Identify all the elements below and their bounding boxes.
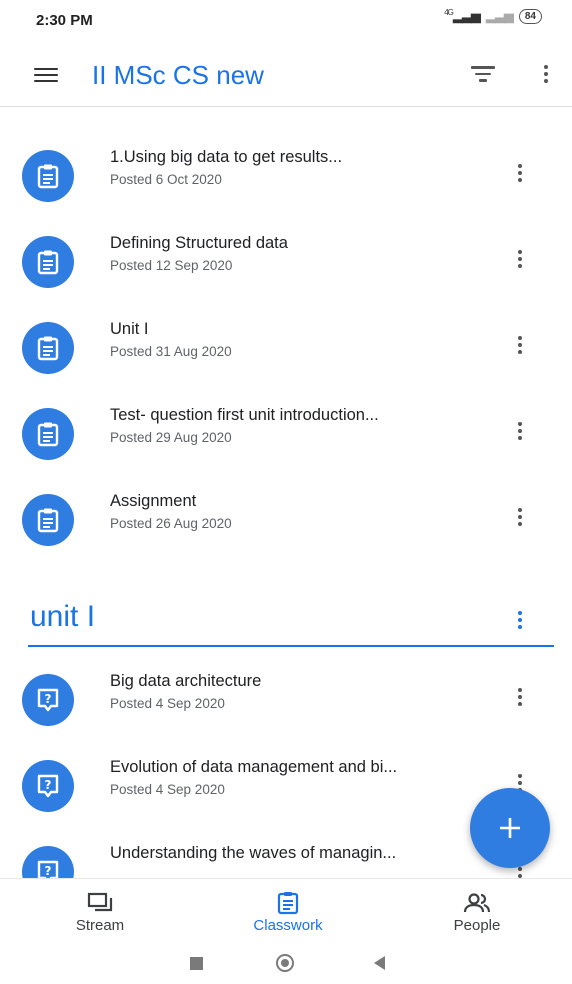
overflow-menu-icon[interactable] [536,65,556,83]
tab-stream[interactable]: Stream [5,879,195,945]
svg-text:?: ? [45,864,52,878]
item-posted-date: Posted 26 Aug 2020 [110,516,232,531]
status-icons: 4G▂▃▅ ▂▃▅ 84 [444,8,542,24]
topic-title: unit I [30,600,96,633]
tab-classwork[interactable]: Classwork [193,879,383,945]
plus-icon [500,818,520,838]
question-icon: ? [22,674,74,726]
item-posted-date: Posted 29 Aug 2020 [110,430,232,445]
assignment-icon [22,322,74,374]
filter-icon[interactable] [470,66,496,86]
item-title: Assignment [110,492,197,510]
topic-divider [28,645,554,647]
tab-people[interactable]: People [382,879,572,945]
wifi-signal-icon: ▂▃▅ [485,8,514,23]
item-more-icon[interactable] [510,688,530,706]
assignment-icon [22,494,74,546]
add-button[interactable] [470,788,550,868]
question-icon: ? [22,760,74,812]
item-more-icon[interactable] [510,508,530,526]
tab-label: People [453,917,501,934]
item-more-icon[interactable] [510,164,530,182]
home-icon[interactable] [276,954,294,972]
item-more-icon[interactable] [510,422,530,440]
svg-text:?: ? [45,778,52,792]
people-icon [463,893,491,913]
topic-header: unit I [0,588,572,658]
item-title: Unit I [110,320,149,338]
signal-icon: 4G▂▃▅ [444,8,481,23]
status-bar: 2:30 PM 4G▂▃▅ ▂▃▅ 84 [0,0,572,40]
list-item[interactable]: 1.Using big data to get results... Poste… [0,136,572,216]
item-more-icon[interactable] [510,250,530,268]
assignment-icon [22,150,74,202]
recents-icon[interactable] [190,957,203,970]
assignment-icon [22,408,74,460]
item-title: Defining Structured data [110,234,288,252]
tab-label: Classwork [253,917,323,934]
item-posted-date: Posted 12 Sep 2020 [110,258,233,273]
back-icon[interactable] [374,956,385,970]
list-item[interactable]: Unit I Posted 31 Aug 2020 [0,308,572,388]
status-time: 2:30 PM [36,12,93,29]
app-bar: II MSc CS new [0,46,572,107]
list-item[interactable]: ? Big data architecture Posted 4 Sep 202… [0,660,572,740]
class-title: II MSc CS new [92,60,264,90]
item-more-icon[interactable] [510,336,530,354]
item-posted-date: Posted 31 Aug 2020 [110,344,232,359]
system-nav-bar [0,944,572,984]
stream-icon [87,892,113,912]
assignment-icon [22,236,74,288]
list-item[interactable]: Assignment Posted 26 Aug 2020 [0,480,572,560]
bottom-nav: Stream Classwork People [0,878,572,945]
classwork-icon [277,892,299,915]
topic-more-icon[interactable] [510,611,530,629]
item-title: Evolution of data management and bi... [110,758,398,776]
item-title: Test- question first unit introduction..… [110,406,379,424]
item-title: Big data architecture [110,672,262,690]
tab-label: Stream [75,917,125,934]
list-item[interactable]: Test- question first unit introduction..… [0,394,572,474]
battery-icon: 84 [518,8,542,24]
item-posted-date: Posted 4 Sep 2020 [110,696,225,711]
menu-icon[interactable] [34,64,58,84]
item-posted-date: Posted 6 Oct 2020 [110,172,222,187]
list-item[interactable]: Defining Structured data Posted 12 Sep 2… [0,222,572,302]
svg-text:?: ? [45,692,52,706]
item-title: Understanding the waves of managin... [110,844,397,862]
item-posted-date: Posted 4 Sep 2020 [110,782,225,797]
item-title: 1.Using big data to get results... [110,148,343,166]
